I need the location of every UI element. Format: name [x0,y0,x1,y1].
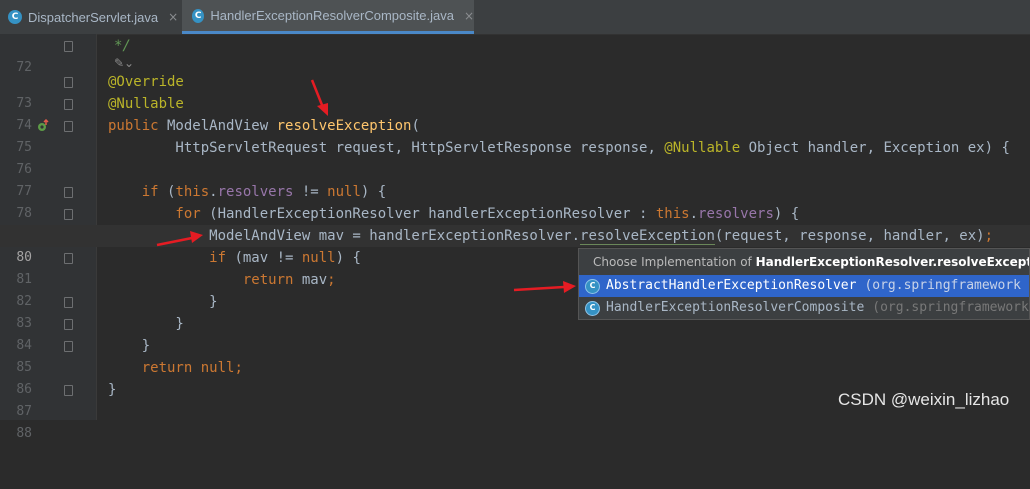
fold-marker-icon[interactable] [64,77,73,88]
annotation-text: @Override [108,74,184,90]
annotation-arrow-icon [156,231,203,247]
implementation-name: HandlerExceptionResolverComposite [606,300,865,315]
inlay-usage-hint[interactable]: ✎⌄ [114,54,134,72]
class-icon: C [192,8,205,23]
code-line[interactable]: 73 @Override [0,71,1030,111]
closing-brace: } [108,294,218,310]
tab-handler-exception-resolver-composite[interactable]: C HandlerExceptionResolverComposite.java… [182,0,474,34]
code-line[interactable]: 77 [0,159,1030,199]
closing-brace: } [108,338,151,354]
fold-marker-icon[interactable] [64,99,73,110]
implementation-package: (org.springframework [864,278,1021,293]
for-statement: for (HandlerExceptionResolver handlerExc… [108,206,800,222]
tab-dispatcher-servlet[interactable]: C DispatcherServlet.java × [8,0,180,34]
fold-marker-icon[interactable] [64,341,73,352]
if-statement: if (mav != null) { [108,250,361,266]
choose-implementation-popup: Choose Implementation of HandlerExceptio… [578,248,1030,320]
implementation-item-composite[interactable]: C HandlerExceptionResolverComposite (org… [579,297,1029,319]
fold-marker-icon[interactable] [64,209,73,220]
resolve-call-statement: ModelAndView mav = handlerExceptionResol… [108,228,994,245]
code-line[interactable]: 85 } [0,335,1030,375]
tab-label: DispatcherServlet.java [28,9,159,25]
code-line[interactable]: 76 HttpServletRequest request, HttpServl… [0,137,1030,177]
code-line[interactable]: 78 if (this.resolvers != null) { [0,181,1030,221]
close-icon[interactable]: × [168,10,178,24]
annotation-text: @Nullable [108,96,184,112]
implementation-item-abstract[interactable]: C AbstractHandlerExceptionResolver (org.… [579,275,1029,297]
class-icon: C [585,278,600,294]
tab-label: HandlerExceptionResolverComposite.java [210,8,454,23]
method-params: HttpServletRequest request, HttpServletR… [108,140,1010,156]
implementation-name: AbstractHandlerExceptionResolver [606,278,857,293]
close-icon[interactable]: × [464,9,474,23]
watermark: CSDN @weixin_lizhao [838,390,1010,409]
return-statement: return mav; [108,272,336,288]
fold-marker-icon[interactable] [64,187,73,198]
code-line[interactable]: 75 public ModelAndView resolveException( [0,115,1030,155]
annotation-arrow-icon [310,79,328,116]
annotation-arrow-icon [513,281,576,293]
usage-hint-line: ✎⌄ [0,54,1030,72]
fold-marker-icon[interactable] [64,253,73,264]
code-line[interactable]: 86 return null; [0,357,1030,397]
code-line[interactable]: 79 for (HandlerExceptionResolver handler… [0,203,1030,243]
editor-tab-bar: C DispatcherServlet.java × C HandlerExce… [0,0,1030,35]
fold-marker-icon[interactable] [64,297,73,308]
fold-marker-icon[interactable] [64,319,73,330]
fold-marker-icon[interactable] [64,385,73,396]
fold-marker-icon[interactable] [64,121,73,132]
implementation-package: (org.springframework [872,300,1029,315]
if-statement: if (this.resolvers != null) { [108,184,387,200]
code-line[interactable]: 74 @Nullable [0,93,1030,133]
class-icon: C [8,10,22,24]
override-method-icon[interactable] [36,119,50,133]
line-number: 88 [16,426,32,441]
return-statement: return null; [108,360,243,376]
fold-marker-icon[interactable] [64,41,73,52]
closing-brace: } [108,382,117,398]
popup-title: Choose Implementation of HandlerExceptio… [593,255,1029,269]
closing-brace: } [108,316,184,332]
class-icon: C [585,300,600,316]
method-signature: public ModelAndView resolveException( [108,118,420,134]
